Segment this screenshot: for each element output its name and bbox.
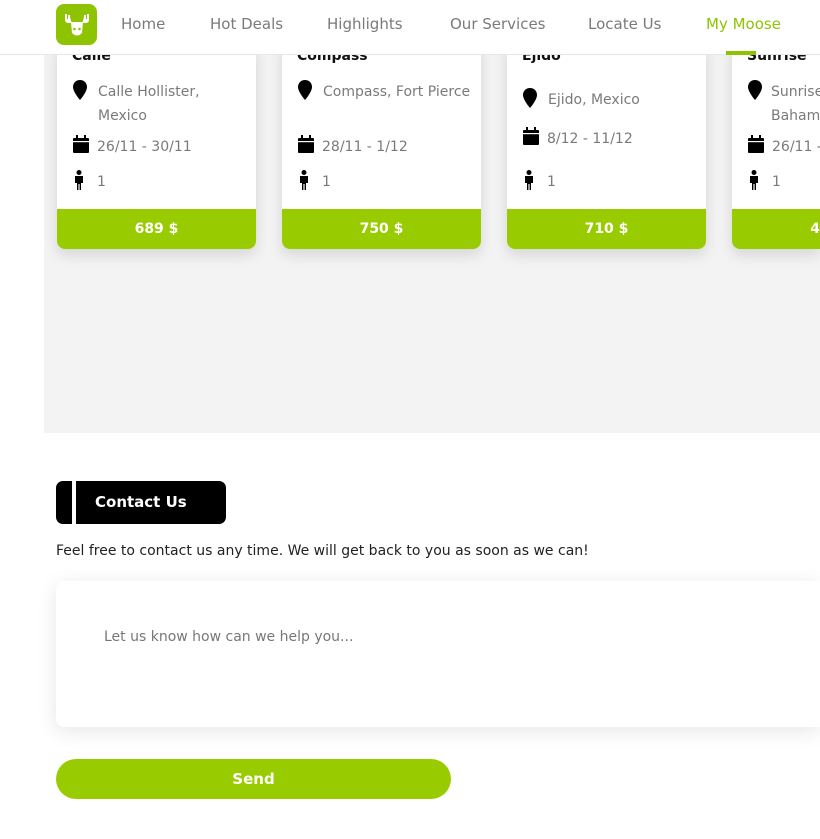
- deal-people: 1: [97, 174, 106, 190]
- nav-hot-deals[interactable]: Hot Deals: [210, 15, 283, 33]
- deal-people-row: 1: [523, 170, 697, 194]
- deal-people-row: 1: [298, 170, 472, 194]
- deal-card[interactable]: Compass Compass, Fort Pierce 28/11 - 1/1…: [282, 40, 481, 249]
- nav-our-services[interactable]: Our Services: [450, 15, 546, 33]
- deal-people-row: 1: [748, 170, 820, 194]
- map-pin-icon: [523, 88, 543, 108]
- active-nav-indicator: [726, 51, 756, 55]
- deal-card[interactable]: Ejido Ejido, Mexico 8/12 - 11/12 1 710 $: [507, 40, 706, 249]
- calendar-icon: [748, 135, 768, 153]
- nav-home[interactable]: Home: [121, 15, 165, 33]
- person-icon: [523, 170, 543, 190]
- map-pin-icon: [748, 80, 768, 100]
- person-icon: [73, 170, 93, 190]
- deal-card[interactable]: Sunrise Sunrise, Baham 26/11 - 1 4: [732, 40, 820, 249]
- deal-price[interactable]: 4: [732, 209, 820, 249]
- deal-people-row: 1: [73, 170, 247, 194]
- deal-dates-row: 28/11 - 1/12: [298, 135, 472, 159]
- calendar-icon: [523, 127, 543, 145]
- deal-location: Calle Hollister, Mexico: [98, 84, 200, 124]
- deal-people: 1: [772, 174, 781, 190]
- deal-dates: 8/12 - 11/12: [547, 131, 633, 147]
- contact-heading-divider: [72, 481, 76, 524]
- deal-card[interactable]: Calle Calle Hollister, Mexico 26/11 - 30…: [57, 40, 256, 249]
- send-button[interactable]: Send: [56, 759, 451, 799]
- deal-location-row: Compass, Fort Pierce: [298, 80, 473, 104]
- nav-my-moose[interactable]: My Moose: [706, 15, 781, 33]
- map-pin-icon: [73, 80, 93, 100]
- deal-people: 1: [322, 174, 331, 190]
- message-input[interactable]: [104, 629, 784, 689]
- deal-dates: 26/11 -: [772, 139, 820, 155]
- deal-dates-row: 26/11 - 30/11: [73, 135, 247, 159]
- deal-location-row: Ejido, Mexico: [523, 88, 698, 112]
- deal-dates: 28/11 - 1/12: [322, 139, 408, 155]
- calendar-icon: [298, 135, 318, 153]
- deal-price[interactable]: 710 $: [507, 209, 706, 249]
- calendar-icon: [73, 135, 93, 153]
- deal-dates-row: 8/12 - 11/12: [523, 127, 697, 151]
- moose-logo[interactable]: [56, 4, 97, 45]
- person-icon: [748, 170, 768, 190]
- person-icon: [298, 170, 318, 190]
- message-box: [56, 581, 820, 727]
- deal-location: Compass, Fort Pierce: [323, 84, 471, 100]
- contact-description: Feel free to contact us any time. We wil…: [56, 543, 589, 559]
- deal-dates: 26/11 - 30/11: [97, 139, 192, 155]
- top-navbar: Home Hot Deals Highlights Our Services L…: [0, 0, 820, 55]
- deal-location-row: Calle Hollister, Mexico: [73, 80, 248, 128]
- deal-price[interactable]: 689 $: [57, 209, 256, 249]
- deal-location: Sunrise, Baham: [771, 84, 820, 124]
- deal-dates-row: 26/11 -: [748, 135, 820, 159]
- deal-price[interactable]: 750 $: [282, 209, 481, 249]
- nav-locate-us[interactable]: Locate Us: [588, 15, 661, 33]
- moose-icon: [64, 13, 89, 35]
- deal-people: 1: [547, 174, 556, 190]
- map-pin-icon: [298, 80, 318, 100]
- nav-highlights[interactable]: Highlights: [327, 15, 403, 33]
- deal-location: Ejido, Mexico: [548, 92, 640, 108]
- deal-location-row: Sunrise, Baham: [748, 80, 820, 128]
- contact-heading: Contact Us: [95, 493, 187, 511]
